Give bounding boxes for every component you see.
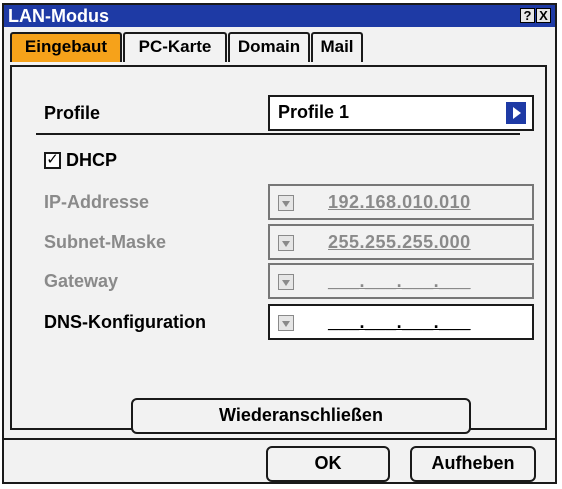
ip-address-value: 192.168.010.010: [328, 192, 471, 212]
reconnect-button[interactable]: Wiederanschließen: [131, 398, 471, 434]
ip-address-field[interactable]: 192.168.010.010: [268, 184, 534, 220]
gateway-label: Gateway: [44, 271, 119, 291]
dns-config-label: DNS-Konfiguration: [44, 312, 206, 332]
settings-panel: Profile Profile 1 ✓ DHCP IP-Addresse 192…: [10, 65, 547, 434]
title-bar: LAN-Modus ? X: [4, 5, 555, 27]
dhcp-checkbox[interactable]: ✓: [44, 152, 61, 169]
subnet-mask-value: 255.255.255.000: [328, 232, 471, 252]
footer-divider: [4, 438, 555, 440]
gateway-value: ___.___.___.___: [328, 271, 471, 291]
tab-eingebaut[interactable]: Eingebaut: [10, 32, 122, 62]
subnet-mask-field[interactable]: 255.255.255.000: [268, 224, 534, 260]
tab-domain[interactable]: Domain: [228, 32, 310, 62]
window-title: LAN-Modus: [8, 6, 109, 26]
subnet-mask-label: Subnet-Maske: [44, 232, 167, 252]
tab-mail[interactable]: Mail: [311, 32, 363, 62]
profile-select[interactable]: Profile 1: [268, 95, 534, 131]
tab-bar: Eingebaut PC-Karte Domain Mail: [4, 27, 555, 67]
arrow-right-icon[interactable]: [506, 102, 526, 124]
dropdown-icon[interactable]: [278, 315, 294, 331]
dhcp-label: DHCP: [66, 150, 118, 170]
lan-mode-dialog: LAN-Modus ? X Eingebaut PC-Karte Domain …: [2, 3, 557, 484]
dns-config-field[interactable]: ___.___.___.___: [268, 304, 534, 340]
dns-config-value: ___.___.___.___: [328, 312, 471, 332]
gateway-field[interactable]: ___.___.___.___: [268, 263, 534, 299]
close-icon[interactable]: X: [536, 8, 551, 23]
ok-button[interactable]: OK: [266, 446, 390, 482]
dropdown-icon[interactable]: [278, 235, 294, 251]
ip-address-label: IP-Addresse: [44, 192, 150, 212]
section-divider: [36, 133, 520, 135]
cancel-button[interactable]: Aufheben: [410, 446, 536, 482]
dropdown-icon[interactable]: [278, 195, 294, 211]
profile-label: Profile: [44, 103, 101, 123]
dropdown-icon[interactable]: [278, 274, 294, 290]
help-icon[interactable]: ?: [520, 8, 535, 23]
tab-pc-karte[interactable]: PC-Karte: [123, 32, 227, 62]
profile-value: Profile 1: [278, 102, 350, 122]
